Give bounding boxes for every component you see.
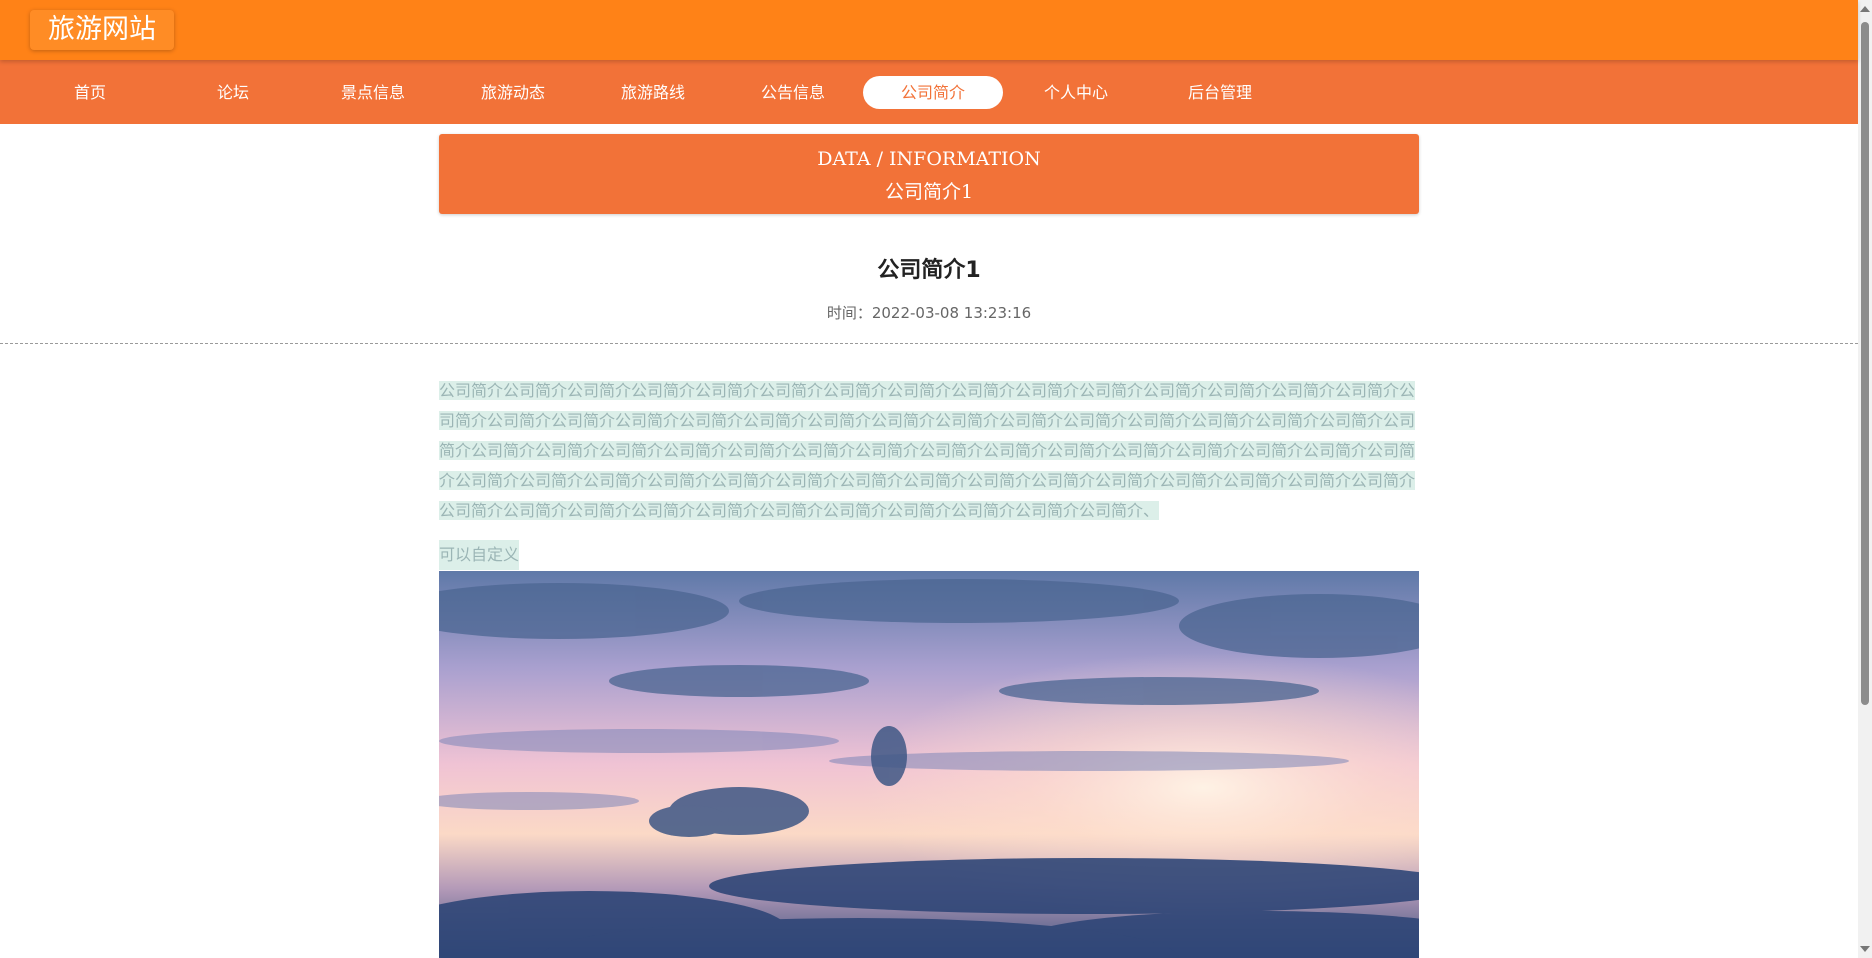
top-header: 旅游网站 xyxy=(0,0,1858,60)
nav-item-travel-news[interactable]: 旅游动态 xyxy=(443,76,583,109)
main-nav: 首页 论坛 景点信息 旅游动态 旅游路线 公告信息 公司简介 个人中心 后台管理 xyxy=(0,60,1858,124)
section-banner: DATA / INFORMATION 公司简介1 xyxy=(439,134,1419,214)
banner-english-title: DATA / INFORMATION xyxy=(817,148,1041,170)
nav-item-admin[interactable]: 后台管理 xyxy=(1150,76,1290,109)
nav-item-home[interactable]: 首页 xyxy=(20,76,160,109)
nav-item-attractions[interactable]: 景点信息 xyxy=(303,76,443,109)
article-body: 公司简介公司简介公司简介公司简介公司简介公司简介公司简介公司简介公司简介公司简介… xyxy=(439,376,1419,526)
article-time: 时间：2022-03-08 13:23:16 xyxy=(826,304,1032,322)
scroll-down-arrow-icon[interactable] xyxy=(1860,946,1870,952)
nav-item-personal-center[interactable]: 个人中心 xyxy=(1006,76,1146,109)
site-logo-title[interactable]: 旅游网站 xyxy=(30,10,174,50)
nav-item-announcements[interactable]: 公告信息 xyxy=(723,76,863,109)
article-title: 公司简介1 xyxy=(877,258,981,283)
vertical-scrollbar[interactable] xyxy=(1858,0,1872,958)
nav-item-company-intro[interactable]: 公司简介 xyxy=(863,76,1003,109)
article-image-sky xyxy=(439,571,1419,958)
article-body-text: 公司简介公司简介公司简介公司简介公司简介公司简介公司简介公司简介公司简介公司简介… xyxy=(439,381,1416,520)
nav-item-forum[interactable]: 论坛 xyxy=(163,76,303,109)
scroll-thumb[interactable] xyxy=(1861,22,1869,705)
article-note: 可以自定义 xyxy=(439,540,520,570)
nav-item-travel-routes[interactable]: 旅游路线 xyxy=(583,76,723,109)
banner-chinese-title: 公司简介1 xyxy=(884,181,974,203)
divider xyxy=(0,343,1858,344)
scroll-up-arrow-icon[interactable] xyxy=(1860,6,1870,12)
